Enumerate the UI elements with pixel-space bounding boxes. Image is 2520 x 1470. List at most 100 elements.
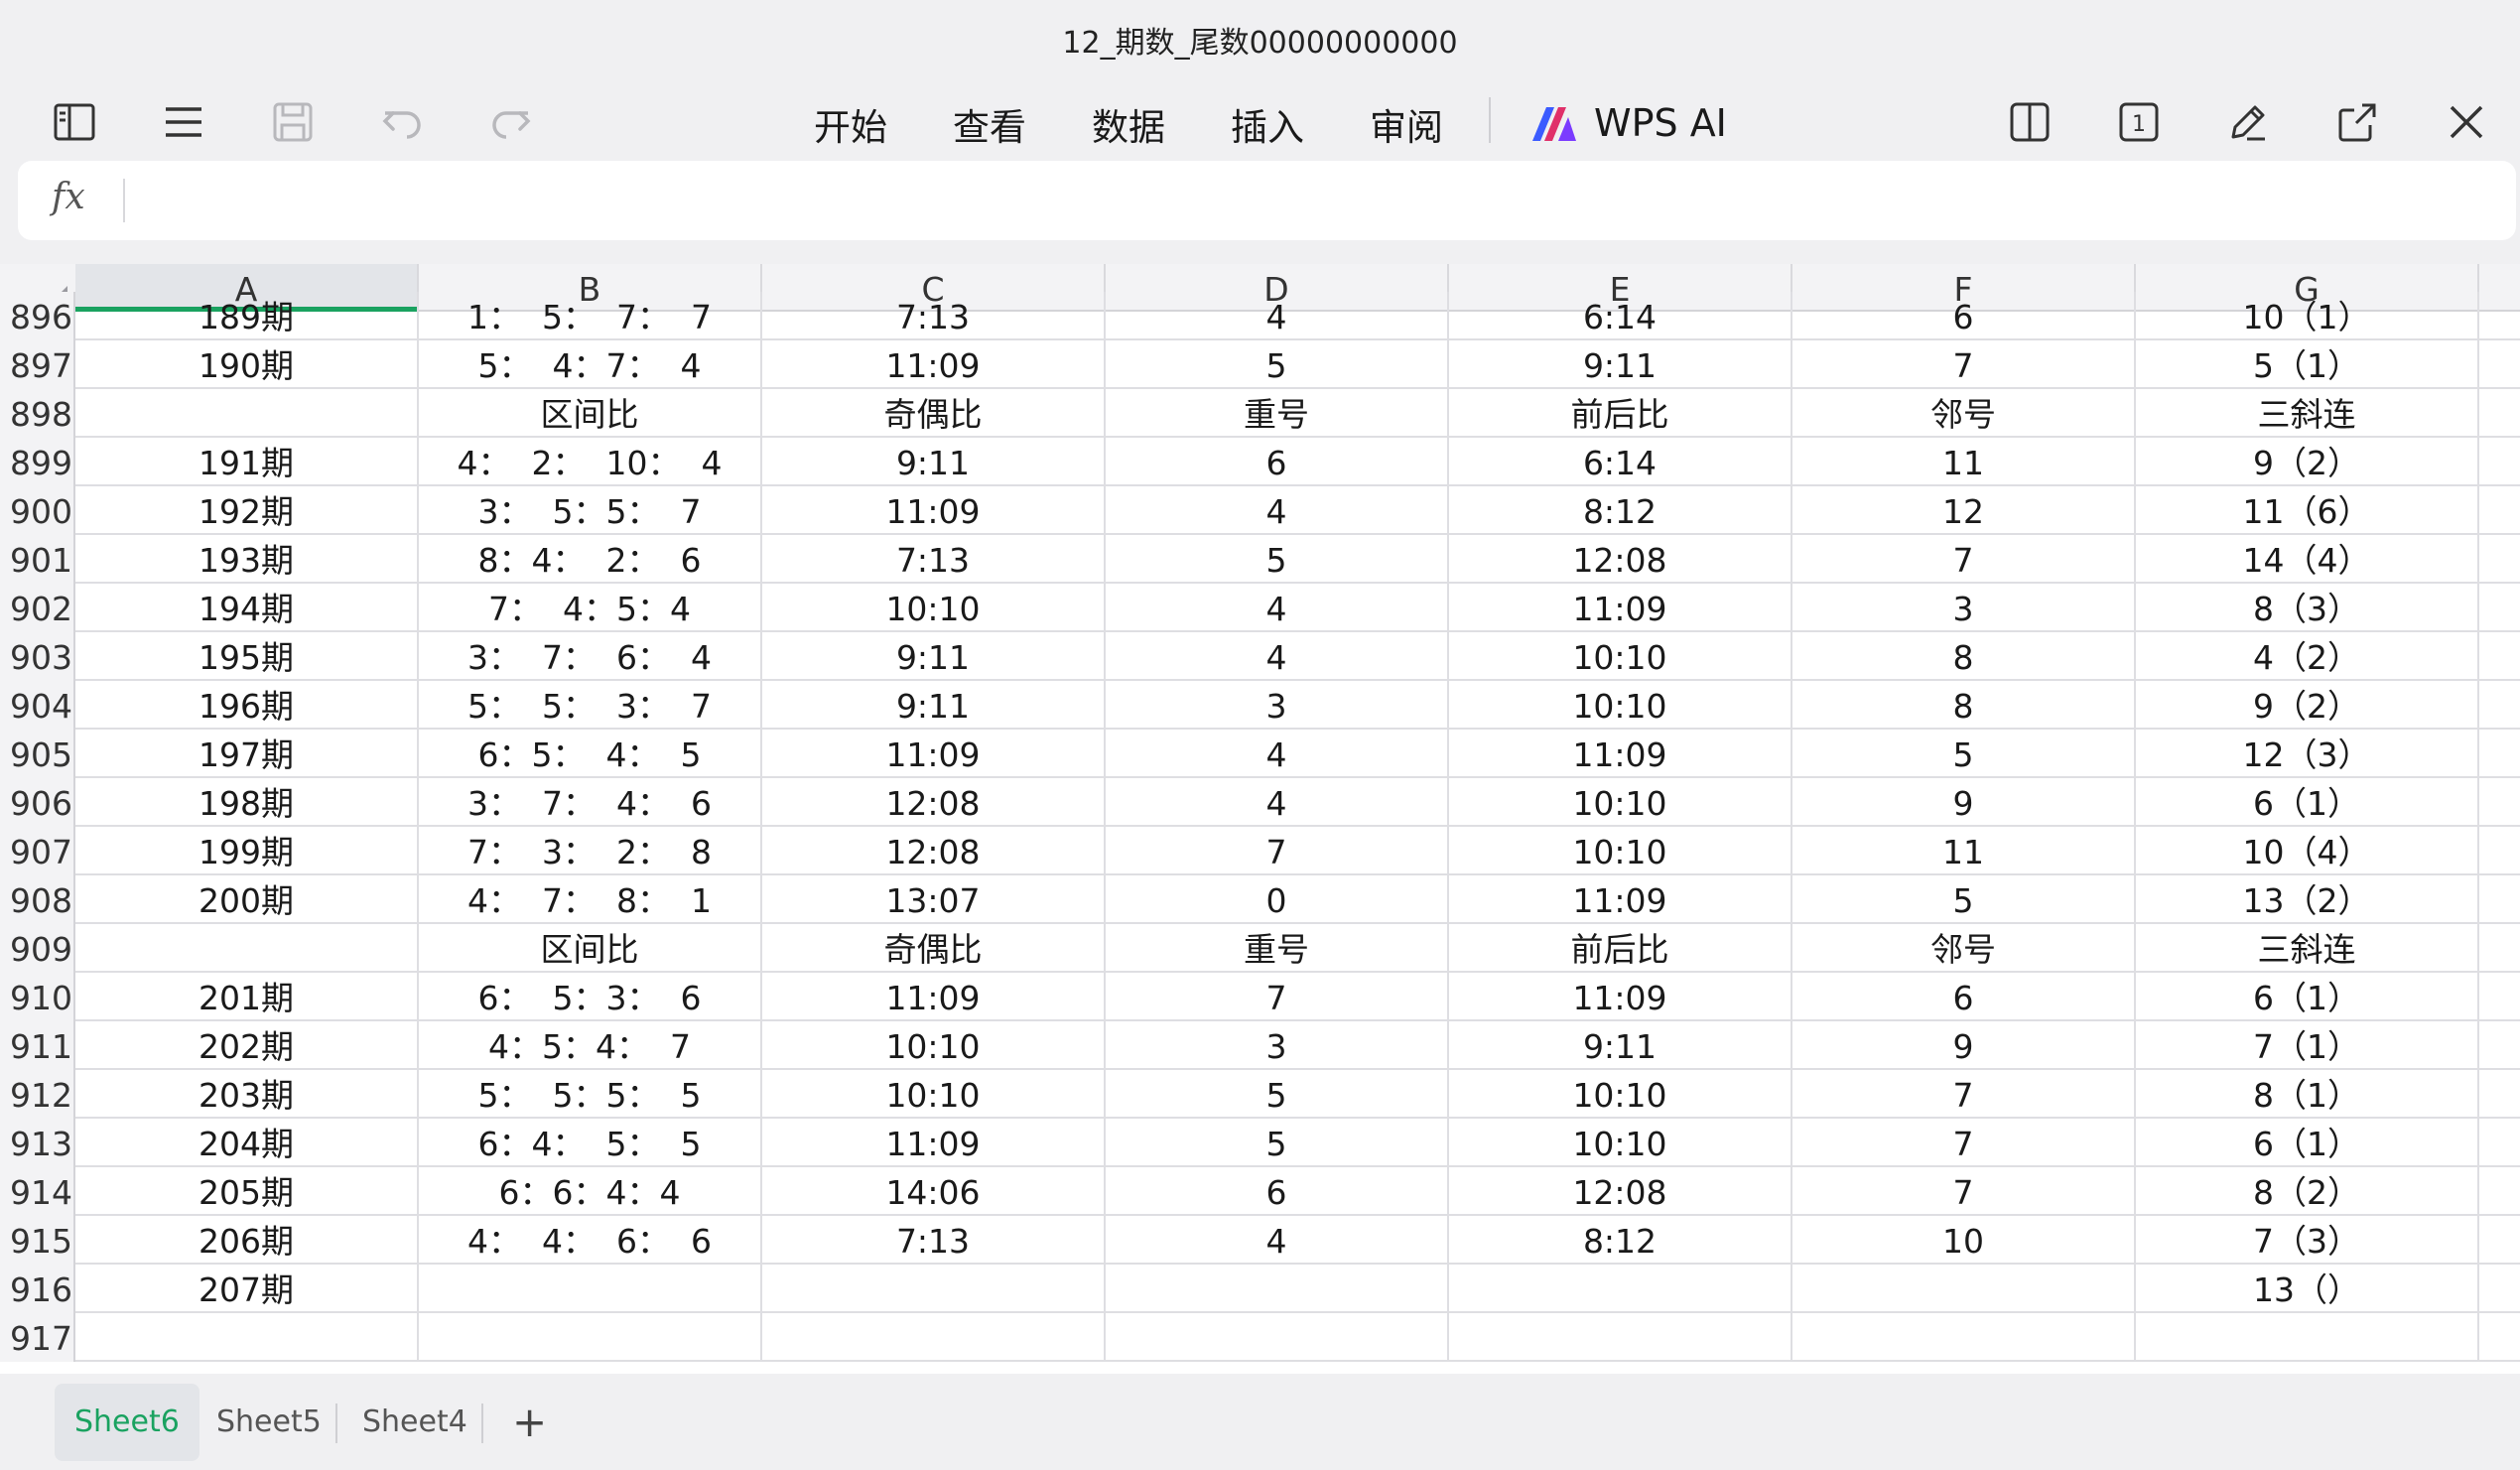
table-cell-g[interactable]: 10（4） (2136, 827, 2479, 875)
table-cell-c[interactable]: 10:10 (762, 1021, 1106, 1070)
table-cell-d[interactable]: 3 (1106, 1021, 1449, 1070)
table-cell-g[interactable]: 11（6） (2136, 486, 2479, 535)
table-cell-b[interactable]: 5： 5： 3： 7 (419, 681, 762, 730)
row-header[interactable]: 913 (0, 1119, 75, 1167)
table-cell-g[interactable]: 6（1） (2136, 778, 2479, 827)
table-cell-g[interactable]: 14（4） (2136, 535, 2479, 584)
table-cell-f[interactable]: 8 (1792, 632, 2136, 681)
table-cell-d[interactable]: 7 (1106, 827, 1449, 875)
table-cell-d[interactable]: 0 (1106, 875, 1449, 924)
row-header[interactable]: 902 (0, 584, 75, 632)
table-cell-e[interactable]: 9:11 (1449, 1021, 1792, 1070)
table-cell-a[interactable]: 194期 (75, 584, 419, 632)
table-cell-e[interactable]: 10:10 (1449, 1070, 1792, 1119)
table-cell-b[interactable] (419, 1313, 762, 1362)
table-cell-b[interactable]: 4： 7： 8： 1 (419, 875, 762, 924)
table-cell-c[interactable]: 11:09 (762, 973, 1106, 1021)
table-cell-b[interactable]: 3： 5：5： 7 (419, 486, 762, 535)
table-cell-d[interactable]: 5 (1106, 535, 1449, 584)
sheet-tab-sheet4[interactable]: Sheet4 (342, 1384, 487, 1461)
row-header[interactable]: 907 (0, 827, 75, 875)
table-cell-a[interactable]: 203期 (75, 1070, 419, 1119)
table-cell-c[interactable]: 9:11 (762, 681, 1106, 730)
row-header[interactable]: 903 (0, 632, 75, 681)
table-cell-g[interactable]: 6（1） (2136, 1119, 2479, 1167)
table-cell-b[interactable]: 8：4： 2： 6 (419, 535, 762, 584)
table-cell-f[interactable]: 11 (1792, 827, 2136, 875)
row-header[interactable]: 909 (0, 924, 75, 973)
table-cell-d[interactable] (1106, 1265, 1449, 1313)
table-cell-b[interactable]: 5： 5：5： 5 (419, 1070, 762, 1119)
table-cell-b[interactable]: 1： 5： 7： 7 (419, 292, 762, 340)
table-cell-g[interactable]: 8（2） (2136, 1167, 2479, 1216)
table-cell-c[interactable]: 11:09 (762, 1119, 1106, 1167)
table-cell-c[interactable]: 10:10 (762, 1070, 1106, 1119)
table-cell-e[interactable]: 6:14 (1449, 438, 1792, 486)
table-cell-a[interactable]: 193期 (75, 535, 419, 584)
split-view-button[interactable] (1997, 89, 2062, 155)
table-cell-e[interactable]: 12:08 (1449, 535, 1792, 584)
table-cell-f[interactable]: 邻号 (1792, 389, 2136, 438)
table-cell-e[interactable]: 10:10 (1449, 778, 1792, 827)
menu-view[interactable]: 查看 (953, 97, 1026, 151)
table-cell-a[interactable] (75, 1313, 419, 1362)
table-cell-f[interactable]: 5 (1792, 730, 2136, 778)
row-header[interactable]: 916 (0, 1265, 75, 1313)
table-cell-f[interactable]: 3 (1792, 584, 2136, 632)
edit-button[interactable] (2215, 89, 2281, 155)
table-cell-f[interactable]: 7 (1792, 340, 2136, 389)
table-cell-e[interactable]: 10:10 (1449, 1119, 1792, 1167)
row-header[interactable]: 905 (0, 730, 75, 778)
table-cell-b[interactable]: 7： 3： 2： 8 (419, 827, 762, 875)
row-header[interactable]: 917 (0, 1313, 75, 1362)
table-cell-c[interactable]: 11:09 (762, 340, 1106, 389)
row-header[interactable]: 912 (0, 1070, 75, 1119)
row-header[interactable]: 901 (0, 535, 75, 584)
row-header[interactable]: 908 (0, 875, 75, 924)
table-cell-b[interactable]: 4： 4： 6： 6 (419, 1216, 762, 1265)
table-cell-c[interactable]: 12:08 (762, 778, 1106, 827)
table-cell-a[interactable]: 191期 (75, 438, 419, 486)
table-cell-g[interactable]: 三斜连 (2136, 389, 2479, 438)
table-cell-f[interactable]: 7 (1792, 1070, 2136, 1119)
menu-start[interactable]: 开始 (814, 97, 887, 151)
table-cell-f[interactable]: 邻号 (1792, 924, 2136, 973)
table-cell-e[interactable]: 10:10 (1449, 681, 1792, 730)
table-cell-a[interactable]: 192期 (75, 486, 419, 535)
table-cell-b[interactable]: 7： 4：5：4 (419, 584, 762, 632)
table-cell-d[interactable]: 5 (1106, 1070, 1449, 1119)
table-cell-g[interactable]: 三斜连 (2136, 924, 2479, 973)
sheet-tab-sheet5[interactable]: Sheet5 (197, 1384, 341, 1461)
table-cell-c[interactable]: 14:06 (762, 1167, 1106, 1216)
table-cell-b[interactable]: 区间比 (419, 924, 762, 973)
share-button[interactable] (2324, 89, 2390, 155)
table-cell-a[interactable]: 202期 (75, 1021, 419, 1070)
table-cell-g[interactable]: 13（2） (2136, 875, 2479, 924)
table-cell-d[interactable]: 6 (1106, 438, 1449, 486)
table-cell-e[interactable]: 10:10 (1449, 827, 1792, 875)
row-header[interactable]: 915 (0, 1216, 75, 1265)
table-cell-f[interactable]: 7 (1792, 1119, 2136, 1167)
table-cell-a[interactable]: 200期 (75, 875, 419, 924)
table-cell-a[interactable] (75, 389, 419, 438)
table-cell-e[interactable]: 6:14 (1449, 292, 1792, 340)
menu-insert[interactable]: 插入 (1231, 97, 1304, 151)
table-cell-d[interactable]: 4 (1106, 632, 1449, 681)
table-cell-d[interactable]: 4 (1106, 486, 1449, 535)
table-cell-d[interactable]: 4 (1106, 1216, 1449, 1265)
table-cell-d[interactable]: 6 (1106, 1167, 1449, 1216)
table-cell-f[interactable]: 7 (1792, 1167, 2136, 1216)
table-cell-c[interactable]: 9:11 (762, 632, 1106, 681)
table-cell-d[interactable]: 4 (1106, 730, 1449, 778)
table-cell-b[interactable]: 3： 7： 6： 4 (419, 632, 762, 681)
table-cell-c[interactable]: 奇偶比 (762, 924, 1106, 973)
table-cell-b[interactable]: 4：5：4： 7 (419, 1021, 762, 1070)
undo-button[interactable] (369, 89, 435, 155)
table-cell-a[interactable]: 198期 (75, 778, 419, 827)
table-cell-f[interactable]: 9 (1792, 778, 2136, 827)
table-cell-e[interactable]: 8:12 (1449, 486, 1792, 535)
sidebar-toggle-icon[interactable] (42, 89, 107, 155)
table-cell-g[interactable]: 6（1） (2136, 973, 2479, 1021)
table-cell-f[interactable]: 5 (1792, 875, 2136, 924)
table-cell-f[interactable]: 11 (1792, 438, 2136, 486)
